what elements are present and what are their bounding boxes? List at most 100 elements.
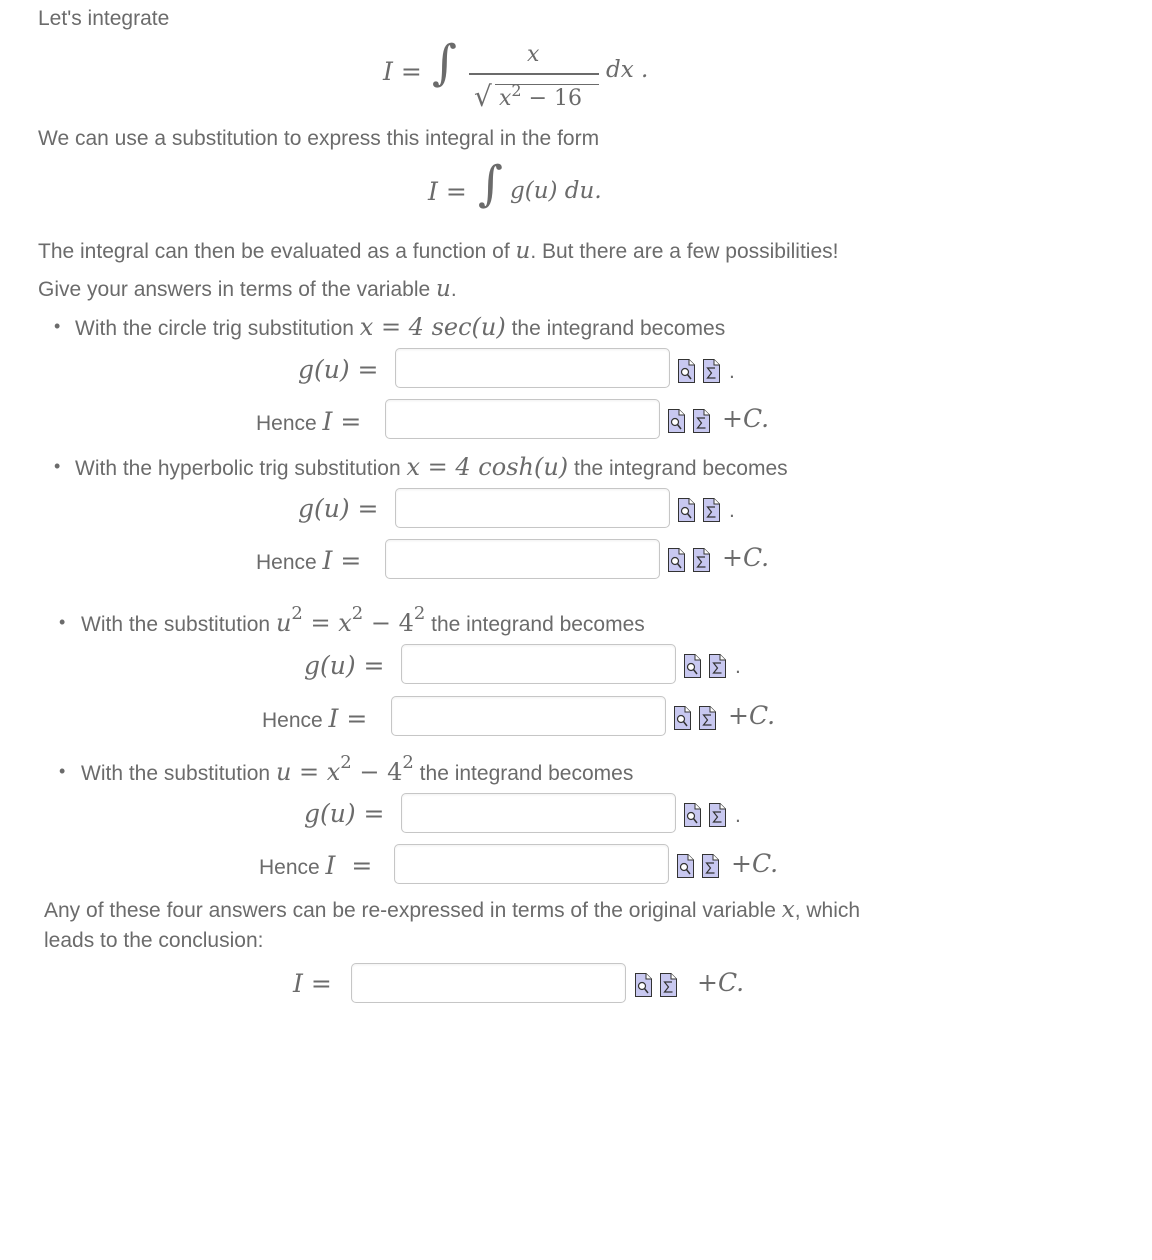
preview-icon[interactable]: [684, 654, 701, 678]
part-post: the integrand becomes: [425, 613, 645, 636]
possibilities-text: The integral can then be evaluated as a …: [38, 238, 838, 264]
g-answer-input[interactable]: [401, 644, 676, 684]
equation-editor-icon[interactable]: [709, 654, 726, 678]
equation-editor-icon[interactable]: [703, 498, 720, 522]
period: .: [729, 360, 735, 383]
conclusion-a: Any of these four answers can be re-expr…: [44, 899, 782, 922]
part-post: the integrand becomes: [413, 762, 634, 785]
hence-eq: =: [343, 851, 373, 880]
hence-var: I: [325, 851, 336, 880]
period: .: [729, 499, 735, 522]
part-math-c-sup: 2: [402, 752, 414, 773]
part-math-c-sup: 2: [413, 603, 426, 624]
form-lhs: I =: [428, 177, 467, 206]
bullet: •: [54, 316, 61, 336]
give-end: .: [450, 278, 457, 301]
conclusion-text: Any of these four answers can be re-expr…: [44, 897, 860, 923]
equation-editor-icon[interactable]: [693, 409, 710, 433]
equation-editor-icon[interactable]: [703, 359, 720, 383]
bullet: •: [59, 612, 66, 632]
give-text: Give your answers in terms of the variab…: [38, 276, 457, 302]
bullet: •: [59, 761, 66, 781]
plus-c: +C.: [728, 701, 776, 730]
g-answer-input[interactable]: [395, 488, 670, 528]
i-answer-input[interactable]: [385, 399, 660, 439]
denominator-exp: 2: [511, 81, 522, 100]
part-post: the integrand becomes: [505, 317, 726, 340]
part-math-b: = x: [302, 609, 352, 637]
i-answer-input[interactable]: [394, 844, 669, 884]
bullet: •: [54, 456, 61, 476]
hence-var: I: [328, 704, 339, 733]
form-rhs: g(u) du.: [510, 178, 602, 204]
conclusion-b: , which: [794, 899, 861, 922]
part-math: x = 4 sec(u): [359, 313, 506, 341]
hence-eq: =: [332, 546, 362, 575]
hence-var: I: [322, 407, 333, 436]
preview-icon[interactable]: [678, 498, 695, 522]
preview-icon[interactable]: [684, 803, 701, 827]
part-pre: With the substitution: [81, 762, 276, 785]
equation-editor-icon[interactable]: [699, 706, 716, 730]
denominator-rest: − 16: [521, 86, 583, 111]
g-label: g(u) =: [304, 651, 385, 680]
equation-editor-icon[interactable]: [709, 803, 726, 827]
possibilities-b: . But there are a few possibilities!: [530, 240, 839, 263]
preview-icon[interactable]: [674, 706, 691, 730]
fraction-bar: [469, 73, 599, 75]
integrand-numerator: x: [527, 42, 540, 67]
part-prompt: With the hyperbolic trig substitution x …: [75, 453, 788, 481]
conclusion-line2: leads to the conclusion:: [44, 929, 264, 952]
integrand-denominator: x2 − 16: [499, 81, 583, 111]
hence-var: I: [322, 546, 333, 575]
part-math-a: u = x: [275, 758, 341, 786]
part-pre: With the hyperbolic trig substitution: [75, 457, 407, 480]
hence-label: Hence I =: [256, 407, 361, 436]
plus-c: +C.: [722, 543, 770, 572]
hence-label: Hence I =: [256, 546, 361, 575]
i-answer-input[interactable]: [385, 539, 660, 579]
intro-lead: Let's integrate: [38, 7, 170, 30]
conclusion-answer-input[interactable]: [351, 963, 626, 1003]
part-pre: With the circle trig substitution: [75, 317, 360, 340]
period: .: [735, 804, 741, 827]
hence-eq: =: [332, 407, 362, 436]
hence-label: Hence I =: [259, 851, 372, 880]
period: .: [735, 655, 741, 678]
sqrt-sign: √: [474, 80, 492, 113]
form-integral-sign: ∫: [478, 156, 504, 212]
equation-editor-icon[interactable]: [660, 973, 677, 997]
part-math-a-sup: 2: [291, 603, 303, 624]
plus-c: +C.: [697, 968, 745, 997]
hence-label: Hence I =: [262, 704, 367, 733]
conclusion-var: x: [781, 897, 795, 923]
preview-icon[interactable]: [677, 854, 694, 878]
part-math-c: − 4: [363, 609, 414, 637]
part-math-b-sup: 2: [351, 603, 364, 624]
hence-eq: =: [338, 704, 368, 733]
i-answer-input[interactable]: [391, 696, 666, 736]
equation-editor-icon[interactable]: [702, 854, 719, 878]
part-prompt: With the substitution u2 = x2 − 42 the i…: [81, 603, 645, 637]
preview-icon[interactable]: [668, 548, 685, 572]
denominator-var: x: [499, 86, 512, 111]
preview-icon[interactable]: [635, 973, 652, 997]
g-label: g(u) =: [298, 355, 379, 384]
conclusion-lhs: I =: [293, 969, 332, 998]
part-math-c: − 4: [351, 758, 403, 786]
give-var: u: [436, 276, 451, 302]
preview-icon[interactable]: [668, 409, 685, 433]
plus-c: +C.: [731, 849, 779, 878]
plus-c: +C.: [722, 404, 770, 433]
integral-dx: dx .: [606, 57, 649, 83]
part-prompt: With the circle trig substitution x = 4 …: [75, 313, 725, 341]
g-answer-input[interactable]: [395, 348, 670, 388]
g-answer-input[interactable]: [401, 793, 676, 833]
preview-icon[interactable]: [678, 359, 695, 383]
part-pre: With the substitution: [81, 613, 276, 636]
equation-editor-icon[interactable]: [693, 548, 710, 572]
possibilities-a: The integral can then be evaluated as a …: [38, 240, 516, 263]
part-math: x = 4 cosh(u): [406, 453, 569, 481]
substitution-text: We can use a substitution to express thi…: [38, 127, 600, 150]
hence-text: Hence: [262, 709, 329, 732]
